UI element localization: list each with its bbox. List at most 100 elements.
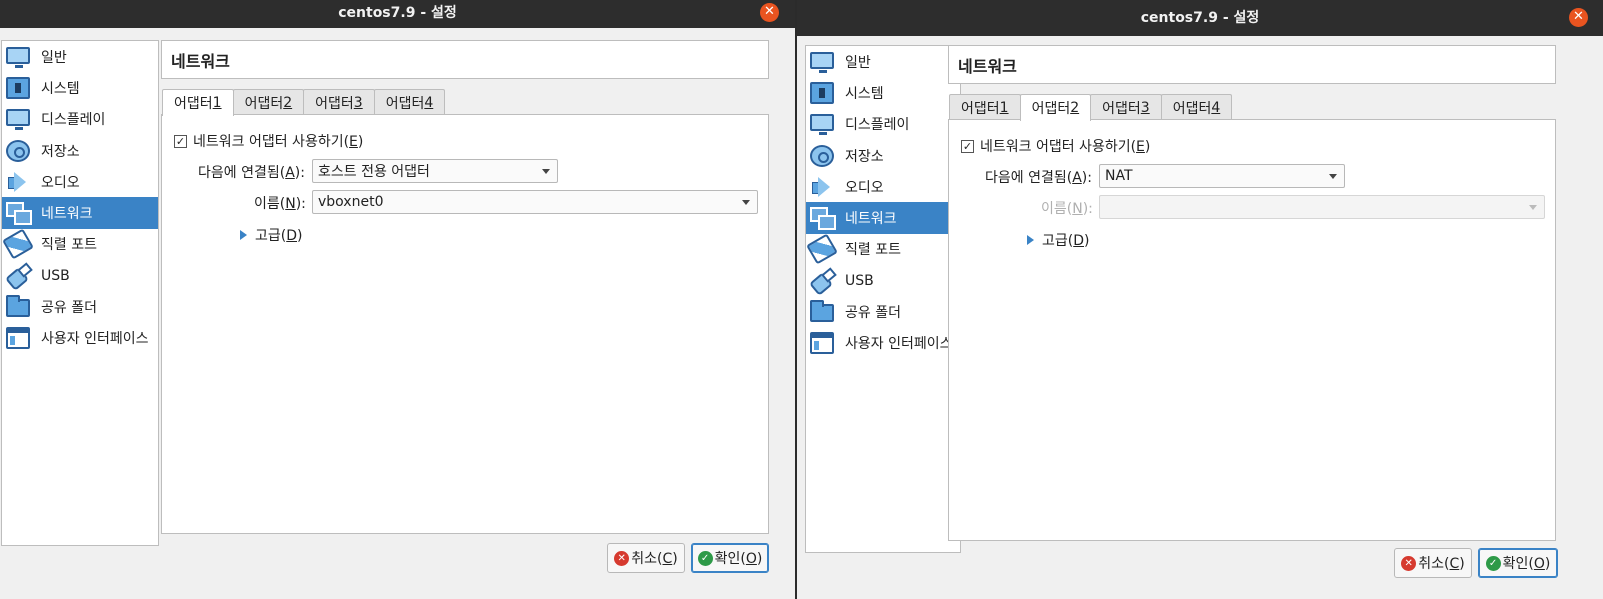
cancel-button[interactable]: ✕ 취소(C) xyxy=(607,543,685,573)
tab-adapter-1[interactable]: 어댑터 1 xyxy=(162,89,234,116)
sidebar-item-label: 공유 폴더 xyxy=(845,305,901,322)
tab-number: 3 xyxy=(353,94,363,111)
sidebar-item-network[interactable]: 네트워크 xyxy=(806,202,960,234)
tab-label: 어댑터 xyxy=(1172,100,1212,117)
advanced-expander[interactable]: 고급(D) xyxy=(1027,230,1089,250)
tab-label: 어댑터 xyxy=(174,96,213,112)
page-title: 네트워크 xyxy=(948,45,1556,84)
tab-number: 2 xyxy=(1070,100,1080,116)
enable-adapter-checkbox[interactable]: ✓ xyxy=(961,139,974,153)
sidebar-item-label: USB xyxy=(41,267,70,284)
close-icon[interactable]: ✕ xyxy=(1569,8,1588,27)
ok-icon: ✓ xyxy=(697,550,713,566)
name-label: 이름(N): xyxy=(254,196,306,212)
sidebar-item-shared-folders[interactable]: 공유 폴더 xyxy=(2,291,158,322)
sidebar-item-label: 네트워크 xyxy=(41,206,93,223)
attached-to-value: NAT xyxy=(1105,168,1133,184)
tab-label: 어댑터 xyxy=(961,100,1000,117)
settings-window-1: centos7.9 - 설정 ✕ 일반 시스템 디스플레이 저장소 오디오 네트… xyxy=(0,0,795,599)
chevron-down-icon xyxy=(542,169,550,174)
cancel-button[interactable]: ✕ 취소(C) xyxy=(1394,548,1472,578)
advanced-expander[interactable]: 고급(D) xyxy=(240,225,302,245)
tab-adapter-3[interactable]: 어댑터 3 xyxy=(303,89,375,115)
tab-number: 4 xyxy=(1211,99,1221,116)
ok-button[interactable]: ✓ 확인(O) xyxy=(691,543,769,573)
ui-window-icon xyxy=(810,332,834,355)
sidebar-item-shared-folders[interactable]: 공유 폴더 xyxy=(806,296,960,327)
ok-button[interactable]: ✓ 확인(O) xyxy=(1478,548,1558,578)
sidebar-item-system[interactable]: 시스템 xyxy=(2,72,158,103)
chevron-down-icon xyxy=(1529,205,1537,210)
sidebar-item-label: 네트워크 xyxy=(845,211,897,228)
sidebar-item-label: 직렬 포트 xyxy=(845,242,901,259)
sidebar-item-storage[interactable]: 저장소 xyxy=(2,135,158,166)
expand-arrow-icon xyxy=(240,230,247,240)
storage-icon xyxy=(6,139,30,162)
enable-adapter-label: 네트워크 어댑터 사용하기(E) xyxy=(980,139,1151,155)
monitor-icon xyxy=(810,51,834,73)
monitor-icon xyxy=(6,46,30,68)
expand-arrow-icon xyxy=(1027,235,1034,245)
speaker-icon xyxy=(810,176,834,198)
name-select[interactable]: vboxnet0 xyxy=(312,190,758,214)
tab-adapter-4[interactable]: 어댑터 4 xyxy=(1160,94,1233,120)
sidebar-item-audio[interactable]: 오디오 xyxy=(2,166,158,197)
ok-label: 확인(O) xyxy=(1502,556,1551,572)
tab-label: 어댑터 xyxy=(1102,100,1141,117)
adapter-panel: ✓ 네트워크 어댑터 사용하기(E) 다음에 연결됨(A): 호스트 전용 어댑… xyxy=(161,114,769,534)
tab-adapter-4[interactable]: 어댑터 4 xyxy=(373,89,446,115)
tab-adapter-3[interactable]: 어댑터 3 xyxy=(1090,94,1162,120)
tab-label: 어댑터 xyxy=(244,95,284,112)
advanced-label: 고급(D) xyxy=(255,228,303,244)
close-icon[interactable]: ✕ xyxy=(760,3,779,22)
sidebar-item-network[interactable]: 네트워크 xyxy=(2,197,158,229)
sidebar-item-general[interactable]: 일반 xyxy=(806,46,960,77)
sidebar-item-serial-port[interactable]: 직렬 포트 xyxy=(2,228,158,260)
folder-icon xyxy=(810,300,834,323)
sidebar-item-general[interactable]: 일반 xyxy=(2,41,158,72)
sidebar-item-label: 시스템 xyxy=(41,80,80,97)
sidebar-item-user-interface[interactable]: 사용자 인터페이스 xyxy=(806,328,960,359)
title-bar: centos7.9 - 설정 ✕ xyxy=(0,0,795,28)
tab-label: 어댑터 xyxy=(315,95,354,112)
sidebar-item-label: 오디오 xyxy=(41,174,80,191)
tab-label: 어댑터 xyxy=(1031,101,1071,117)
tab-adapter-2[interactable]: 어댑터 2 xyxy=(1019,94,1092,121)
enable-adapter-checkbox[interactable]: ✓ xyxy=(174,134,187,148)
window-title: centos7.9 - 설정 xyxy=(338,5,457,21)
enable-adapter-label: 네트워크 어댑터 사용하기(E) xyxy=(193,134,364,150)
speaker-icon xyxy=(6,171,30,193)
sidebar-item-serial-port[interactable]: 직렬 포트 xyxy=(806,233,960,265)
tab-number: 1 xyxy=(212,95,222,111)
settings-sidebar: 일반 시스템 디스플레이 저장소 오디오 네트워크 직렬 포트 USB 공유 폴… xyxy=(1,40,159,546)
enable-adapter-row: ✓ 네트워크 어댑터 사용하기(E) xyxy=(961,136,1150,156)
sidebar-item-usb[interactable]: USB xyxy=(806,265,960,296)
tab-number: 4 xyxy=(424,94,434,111)
sidebar-item-label: 시스템 xyxy=(845,85,884,102)
attached-to-select[interactable]: NAT xyxy=(1099,164,1345,188)
sidebar-item-system[interactable]: 시스템 xyxy=(806,77,960,108)
sidebar-item-display[interactable]: 디스플레이 xyxy=(806,109,960,140)
ui-window-icon xyxy=(6,327,30,350)
sidebar-item-audio[interactable]: 오디오 xyxy=(806,171,960,202)
folder-icon xyxy=(6,295,30,318)
ok-label: 확인(O) xyxy=(714,551,763,567)
sidebar-item-storage[interactable]: 저장소 xyxy=(806,140,960,171)
tab-adapter-2[interactable]: 어댑터 2 xyxy=(232,89,305,115)
title-bar: centos7.9 - 설정 ✕ xyxy=(797,0,1603,36)
adapter-tabs: 어댑터 1 어댑터 2 어댑터 3 어댑터 4 xyxy=(162,89,446,116)
attached-to-select[interactable]: 호스트 전용 어댑터 xyxy=(312,159,558,183)
storage-icon xyxy=(810,144,834,167)
cancel-label: 취소(C) xyxy=(631,551,678,567)
network-icon xyxy=(810,207,836,231)
sidebar-item-usb[interactable]: USB xyxy=(2,260,158,291)
adapter-tabs: 어댑터 1 어댑터 2 어댑터 3 어댑터 4 xyxy=(949,94,1233,121)
chip-icon xyxy=(6,76,30,99)
sidebar-item-user-interface[interactable]: 사용자 인터페이스 xyxy=(2,323,158,354)
attached-to-value: 호스트 전용 어댑터 xyxy=(318,164,430,180)
window-title: centos7.9 - 설정 xyxy=(1140,10,1260,26)
sidebar-item-label: 공유 폴더 xyxy=(41,300,97,317)
sidebar-item-display[interactable]: 디스플레이 xyxy=(2,104,158,135)
advanced-label: 고급(D) xyxy=(1042,233,1090,249)
tab-adapter-1[interactable]: 어댑터 1 xyxy=(949,94,1021,120)
